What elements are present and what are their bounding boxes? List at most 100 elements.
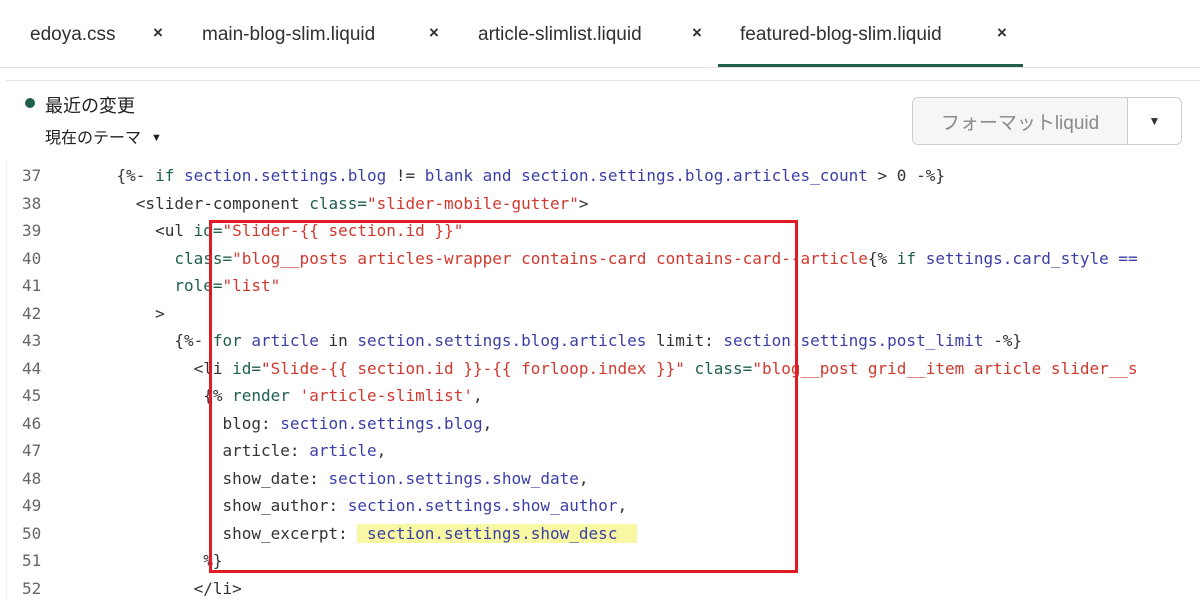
- code-token: -%}: [983, 331, 1023, 350]
- status-dot-icon: [25, 98, 35, 108]
- code-line: {%- if section.settings.blog != blank an…: [78, 162, 945, 189]
- code-token: ,: [578, 468, 589, 488]
- code-token: role=: [174, 276, 223, 295]
- close-icon[interactable]: ×: [692, 23, 702, 43]
- line-number: 51: [22, 551, 42, 570]
- code-editor[interactable]: 37 38 39 40 41 42 43 44 45 46 47 48 49 50 51 52 {%- if …: [0, 160, 1200, 600]
- code-line: show_excerpt: section.settings.show_desc: [78, 520, 637, 547]
- line-number: 47: [22, 441, 42, 460]
- code-line: <slider-component class="slider-mobile-g…: [78, 190, 589, 217]
- theme-selector[interactable]: 現在のテーマ ▼: [45, 124, 162, 148]
- code-line: {%- for article in section.settings.blog…: [78, 327, 1022, 354]
- caret-down-icon: ▼: [1148, 114, 1161, 128]
- code-token: "list": [222, 276, 281, 295]
- code-token: if: [896, 248, 926, 268]
- code-token: blank and: [424, 166, 522, 185]
- line-number: 43: [22, 331, 42, 350]
- file-tab-bar: edoya.css × main-blog-slim.liquid × arti…: [0, 0, 1200, 68]
- line-number: 48: [22, 468, 42, 488]
- code-token: class=: [174, 248, 233, 268]
- code-line: <li id="Slide-{{ section.id }}-{{ forloo…: [78, 355, 1138, 382]
- code-token: ,: [376, 441, 387, 460]
- code-token: %}: [203, 551, 223, 570]
- tab-label: main-blog-slim.liquid: [202, 24, 376, 45]
- code-token: show_excerpt:: [222, 523, 358, 543]
- gutter-border: [6, 160, 7, 600]
- format-liquid-button[interactable]: フォーマットliquid: [912, 97, 1128, 145]
- code-token: "Slide-{{ section.id }}-{{ forloop.index…: [261, 358, 685, 378]
- format-options-dropdown[interactable]: ▼: [1127, 97, 1182, 145]
- close-icon[interactable]: ×: [153, 23, 163, 43]
- code-line: <ul id="Slider-{{ section.id }}": [78, 217, 463, 244]
- recent-changes-label: 最近の変更: [45, 96, 135, 116]
- code-token: id=: [193, 221, 223, 240]
- code-token: section.settings.show_author: [347, 496, 618, 515]
- code-token: ,: [472, 386, 483, 405]
- tab-label: article-slimlist.liquid: [478, 24, 642, 45]
- line-number: 37: [22, 166, 42, 185]
- line-number: 50: [22, 523, 42, 543]
- code-token: for: [212, 331, 252, 350]
- code-token: </li>: [193, 578, 242, 598]
- code-line: %}: [78, 547, 223, 574]
- code-token: section.settings.blog: [280, 413, 483, 433]
- code-token: if: [155, 166, 184, 185]
- close-icon[interactable]: ×: [997, 23, 1007, 43]
- code-token: {%-: [174, 331, 213, 350]
- line-number: 38: [22, 193, 42, 213]
- tab-main-blog-slim[interactable]: main-blog-slim.liquid ×: [190, 0, 450, 68]
- code-token: section.settings.blog.articles: [357, 331, 647, 350]
- code-token: {%: [203, 386, 233, 405]
- code-token: show_date:: [222, 468, 329, 488]
- code-token: "Slider-{{ section.id }}": [222, 221, 464, 240]
- code-token: {%-: [116, 166, 156, 185]
- code-token: "blog__post grid__item article slider__s: [752, 358, 1138, 378]
- active-tab-indicator: [718, 64, 1023, 67]
- code-line: blog: section.settings.blog,: [78, 410, 493, 437]
- code-token: section.settings.blog.articles_count: [521, 166, 868, 185]
- line-number: 49: [22, 496, 42, 515]
- code-token: <li: [193, 358, 233, 378]
- code-token: >: [155, 303, 165, 323]
- line-number: 45: [22, 386, 42, 405]
- theme-selector-label: 現在のテーマ: [45, 130, 142, 147]
- line-number: 40: [22, 248, 42, 268]
- line-number: 46: [22, 413, 42, 433]
- line-number: 41: [22, 276, 42, 295]
- code-token: section.settings.blog: [183, 166, 387, 185]
- line-number: 44: [22, 358, 42, 378]
- tab-featured-blog-slim[interactable]: featured-blog-slim.liquid ×: [718, 0, 1023, 68]
- code-line: >: [78, 300, 165, 327]
- code-line: </li>: [78, 575, 242, 600]
- code-token: show_author:: [222, 496, 348, 515]
- code-token: {%: [867, 248, 897, 268]
- line-number: 39: [22, 221, 42, 240]
- code-token: <ul: [155, 221, 194, 240]
- tab-article-slimlist[interactable]: article-slimlist.liquid ×: [450, 0, 718, 68]
- code-token: section.settings.show_date: [328, 468, 579, 488]
- code-line: {% render 'article-slimlist',: [78, 382, 483, 409]
- close-icon[interactable]: ×: [429, 23, 439, 43]
- code-line: class="blog__posts articles-wrapper cont…: [78, 245, 1137, 272]
- code-line: show_date: section.settings.show_date,: [78, 465, 589, 492]
- code-token: in: [318, 331, 358, 350]
- code-token: section.settings.post_limit: [723, 331, 984, 350]
- code-token: >: [578, 193, 589, 213]
- code-token: article: [251, 331, 319, 350]
- tab-edoya-css[interactable]: edoya.css ×: [0, 0, 190, 68]
- code-token: class=: [309, 193, 367, 213]
- code-line: show_author: section.settings.show_autho…: [78, 492, 628, 519]
- tab-label: featured-blog-slim.liquid: [740, 24, 942, 45]
- code-token: class=: [684, 358, 753, 378]
